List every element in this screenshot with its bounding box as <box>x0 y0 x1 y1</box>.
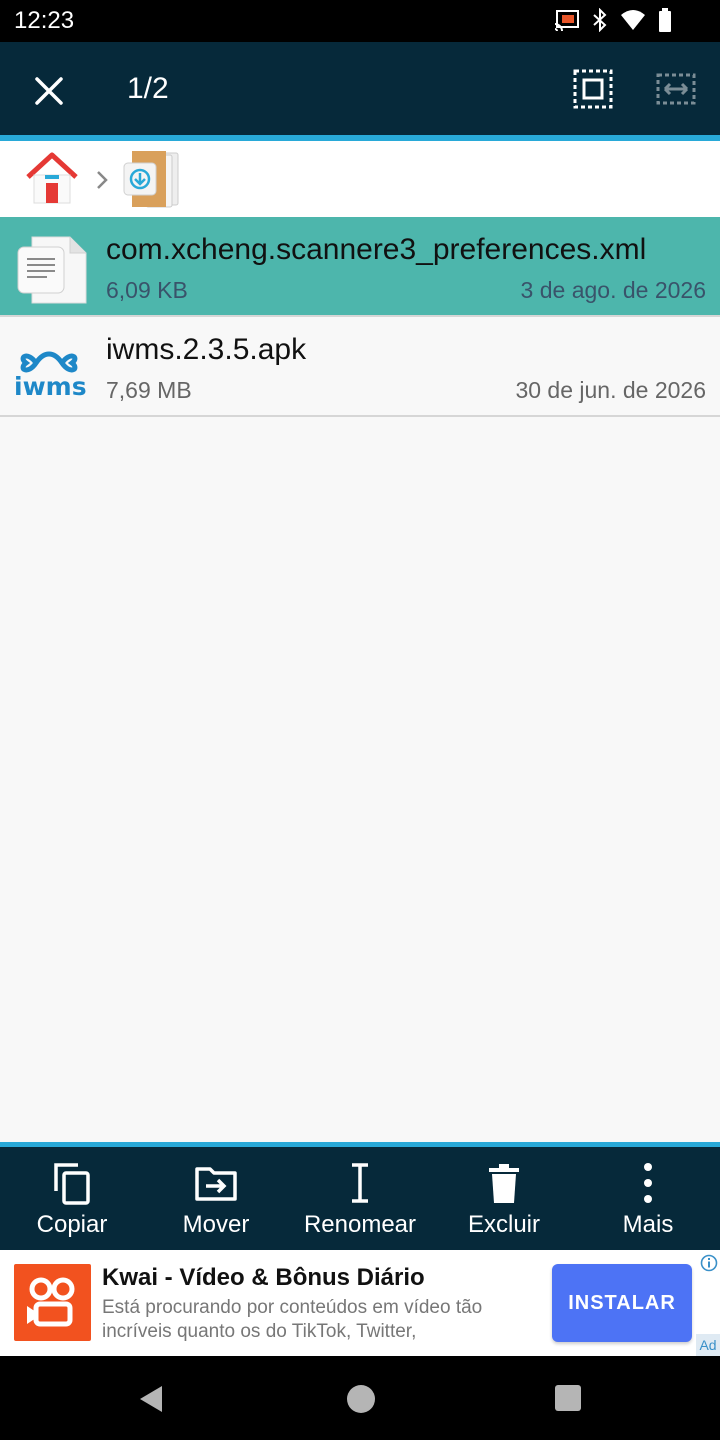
file-list: com.xcheng.scannere3_preferences.xml 6,0… <box>0 217 720 417</box>
home-button[interactable] <box>347 1385 375 1413</box>
delete-button[interactable]: Excluir <box>432 1147 576 1250</box>
copy-button[interactable]: Copiar <box>0 1147 144 1250</box>
breadcrumb-separator <box>94 169 110 191</box>
select-range-icon <box>656 73 696 105</box>
rename-icon <box>338 1161 382 1205</box>
file-size: 6,09 KB <box>106 277 188 303</box>
file-icon <box>14 227 94 307</box>
status-time: 12:23 <box>14 7 75 34</box>
status-bar: 12:23 <box>0 0 720 42</box>
install-button[interactable]: INSTALAR <box>552 1264 692 1342</box>
cast-icon <box>554 10 579 31</box>
close-selection-button[interactable] <box>24 66 74 116</box>
ad-info-icon[interactable] <box>700 1254 718 1272</box>
ad-title: Kwai - Vídeo & Bônus Diário <box>102 1264 425 1291</box>
rename-label: Renomear <box>303 1211 417 1238</box>
selection-toolbar: 1/2 <box>0 42 720 135</box>
battery-icon <box>659 8 671 32</box>
selection-count: 1/2 <box>127 72 169 105</box>
action-bar: Copiar Mover Renomear Excluir Mais <box>0 1147 720 1250</box>
select-all-icon <box>573 69 613 109</box>
download-folder-icon <box>123 151 179 208</box>
file-size: 7,69 MB <box>106 377 192 403</box>
copy-icon <box>50 1161 94 1205</box>
more-icon <box>626 1161 670 1205</box>
kwai-logo[interactable] <box>14 1264 91 1341</box>
document-icon <box>17 236 87 304</box>
ad-description: Está procurando por conteúdos em vídeo t… <box>102 1297 483 1342</box>
select-range-button[interactable] <box>652 65 700 113</box>
status-icons <box>554 8 672 32</box>
more-button[interactable]: Mais <box>576 1147 720 1250</box>
wifi-icon <box>621 10 645 30</box>
iwms-app-icon: iwms <box>14 351 87 401</box>
file-row[interactable]: com.xcheng.scannere3_preferences.xml 6,0… <box>0 217 720 317</box>
move-icon <box>194 1161 238 1205</box>
file-name: com.xcheng.scannere3_preferences.xml <box>106 233 647 266</box>
file-name: iwms.2.3.5.apk <box>106 333 307 366</box>
breadcrumb-download-folder[interactable] <box>122 149 180 209</box>
recent-apps-button[interactable] <box>555 1385 581 1411</box>
more-label: Mais <box>622 1211 674 1238</box>
ad-banner[interactable]: Kwai - Vídeo & Bônus Diário Está procura… <box>0 1250 720 1356</box>
chevron-right-icon <box>97 171 108 189</box>
breadcrumb-home[interactable] <box>24 151 80 207</box>
select-all-button[interactable] <box>569 65 617 113</box>
system-navigation-bar <box>0 1356 720 1440</box>
home-folder-icon <box>26 152 78 204</box>
bluetooth-icon <box>593 8 607 32</box>
move-label: Mover <box>182 1211 250 1238</box>
file-date: 30 de jun. de 2026 <box>515 377 706 403</box>
ad-badge: Ad <box>696 1334 720 1356</box>
file-date: 3 de ago. de 2026 <box>520 277 706 303</box>
back-button[interactable] <box>136 1384 166 1414</box>
kwai-logo-icon <box>27 1277 75 1327</box>
iwms-logo-text: iwms <box>14 372 87 401</box>
delete-label: Excluir <box>467 1211 540 1238</box>
back-icon <box>140 1386 162 1412</box>
delete-icon <box>482 1161 526 1205</box>
file-icon: iwms <box>14 327 94 407</box>
copy-label: Copiar <box>36 1211 108 1238</box>
breadcrumb <box>0 141 720 217</box>
rename-button[interactable]: Renomear <box>288 1147 432 1250</box>
file-row[interactable]: iwms iwms.2.3.5.apk 7,69 MB 30 de jun. d… <box>0 317 720 417</box>
close-icon <box>35 77 63 105</box>
move-button[interactable]: Mover <box>144 1147 288 1250</box>
